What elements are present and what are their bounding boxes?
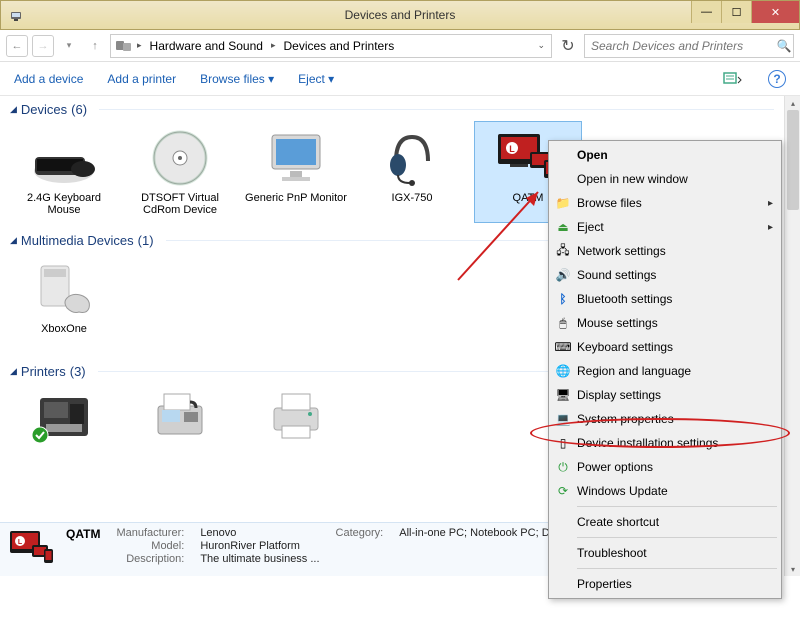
power-icon: ⏻ — [555, 459, 571, 475]
menu-separator — [577, 506, 777, 507]
maximize-button[interactable]: ☐ — [721, 1, 751, 23]
monitor-icon — [261, 126, 331, 190]
device-item-monitor[interactable]: Generic PnP Monitor — [242, 121, 350, 223]
device-item-xbox[interactable]: XboxOne — [10, 252, 118, 354]
breadcrumb-item[interactable]: Hardware and Sound — [146, 39, 267, 53]
system-icon: 💻 — [555, 411, 571, 427]
cdrom-icon — [145, 126, 215, 190]
minimize-button[interactable]: — — [691, 1, 721, 23]
forward-button[interactable]: → — [32, 35, 54, 57]
browse-files-button[interactable]: Browse files ▾ — [200, 72, 274, 86]
collapse-icon: ◢ — [10, 366, 17, 377]
menu-item-region[interactable]: 🌐Region and language — [551, 359, 779, 383]
scroll-down-button[interactable]: ▾ — [785, 562, 800, 576]
search-icon: 🔍 — [775, 39, 793, 53]
xbox-icon — [29, 257, 99, 321]
collapse-icon: ◢ — [10, 104, 17, 115]
update-icon: ⟳ — [555, 483, 571, 499]
menu-separator — [577, 568, 777, 569]
up-button[interactable]: ↑ — [84, 35, 106, 57]
network-icon: 🖧 — [555, 243, 571, 259]
breadcrumb-root-icon — [115, 39, 133, 53]
svg-text:L: L — [18, 539, 23, 546]
keyboard-mouse-icon — [29, 126, 99, 190]
menu-item-create-shortcut[interactable]: Create shortcut — [551, 510, 779, 534]
add-printer-button[interactable]: Add a printer — [107, 72, 176, 86]
vertical-scrollbar[interactable]: ▴ ▾ — [784, 96, 800, 576]
keyboard-icon: ⌨ — [555, 339, 571, 355]
fax-icon — [145, 388, 215, 444]
menu-item-keyboard[interactable]: ⌨Keyboard settings — [551, 335, 779, 359]
eject-button[interactable]: Eject ▾ — [298, 72, 334, 86]
view-options-button[interactable] — [722, 69, 744, 89]
close-button[interactable]: ✕ — [751, 1, 799, 23]
command-bar: Add a device Add a printer Browse files … — [0, 62, 800, 96]
eject-icon: ⏏ — [555, 219, 571, 235]
chevron-right-icon: ▸ — [135, 40, 144, 51]
printer-item-xps[interactable]: Microsoft XPS — [242, 383, 350, 441]
chevron-right-icon: ▸ — [269, 40, 278, 51]
menu-item-open[interactable]: Open — [551, 143, 779, 167]
printer-icon — [261, 388, 331, 444]
printer-item-fax[interactable]: Fax — [126, 383, 234, 441]
window-buttons: — ☐ ✕ — [691, 1, 799, 23]
scrollbar-thumb[interactable] — [787, 110, 799, 210]
submenu-arrow-icon: ▸ — [768, 198, 773, 209]
window-title: Devices and Printers — [1, 8, 799, 22]
menu-item-browse-files[interactable]: 📁Browse files▸ — [551, 191, 779, 215]
printer-item-canon[interactable]: Canon MF210 — [10, 383, 118, 441]
context-menu: Open Open in new window 📁Browse files▸ ⏏… — [548, 140, 782, 599]
headset-icon — [377, 126, 447, 190]
back-button[interactable]: ← — [6, 35, 28, 57]
menu-item-system[interactable]: 💻System properties — [551, 407, 779, 431]
device-item-cdrom[interactable]: DTSOFT Virtual CdRom Device — [126, 121, 234, 223]
menu-item-bluetooth[interactable]: ᛒBluetooth settings — [551, 287, 779, 311]
folder-icon: 📁 — [555, 195, 571, 211]
mouse-icon: 🖱 — [555, 315, 571, 331]
menu-item-troubleshoot[interactable]: Troubleshoot — [551, 541, 779, 565]
menu-item-eject[interactable]: ⏏Eject▸ — [551, 215, 779, 239]
device-item-keyboard-mouse[interactable]: 2.4G Keyboard Mouse — [10, 121, 118, 223]
search-input[interactable] — [585, 39, 775, 53]
multifunction-printer-icon — [29, 388, 99, 444]
details-name: QATM — [66, 527, 100, 541]
sound-icon: 🔊 — [555, 267, 571, 283]
display-icon: 🖥 — [555, 387, 571, 403]
device-install-icon: ▯ — [555, 435, 571, 451]
menu-item-device-installation[interactable]: ▯Device installation settings — [551, 431, 779, 455]
menu-separator — [577, 537, 777, 538]
globe-icon: 🌐 — [555, 363, 571, 379]
menu-item-open-new-window[interactable]: Open in new window — [551, 167, 779, 191]
breadcrumb[interactable]: ▸ Hardware and Sound ▸ Devices and Print… — [110, 34, 552, 58]
menu-item-mouse[interactable]: 🖱Mouse settings — [551, 311, 779, 335]
breadcrumb-item[interactable]: Devices and Printers — [279, 39, 398, 53]
menu-item-power[interactable]: ⏻Power options — [551, 455, 779, 479]
recent-locations-button[interactable]: ▾ — [58, 35, 80, 57]
bluetooth-icon: ᛒ — [555, 291, 571, 307]
svg-text:L: L — [509, 144, 515, 154]
refresh-button[interactable]: ↻ — [556, 34, 580, 58]
search-box[interactable]: 🔍 — [584, 34, 794, 58]
add-device-button[interactable]: Add a device — [14, 72, 83, 86]
menu-item-network[interactable]: 🖧Network settings — [551, 239, 779, 263]
details-icon: L — [8, 527, 56, 571]
device-item-headset[interactable]: IGX-750 — [358, 121, 466, 223]
submenu-arrow-icon: ▸ — [768, 222, 773, 233]
help-button[interactable]: ? — [768, 70, 786, 88]
chevron-down-icon[interactable]: ⌄ — [535, 40, 547, 51]
group-header-devices[interactable]: ◢ Devices (6) — [0, 96, 784, 119]
menu-item-display[interactable]: 🖥Display settings — [551, 383, 779, 407]
menu-item-windows-update[interactable]: ⟳Windows Update — [551, 479, 779, 503]
menu-item-sound[interactable]: 🔊Sound settings — [551, 263, 779, 287]
collapse-icon: ◢ — [10, 235, 17, 246]
nav-bar: ← → ▾ ↑ ▸ Hardware and Sound ▸ Devices a… — [0, 30, 800, 62]
title-bar: Devices and Printers — ☐ ✕ — [0, 0, 800, 30]
scroll-up-button[interactable]: ▴ — [785, 96, 800, 110]
menu-item-properties[interactable]: Properties — [551, 572, 779, 596]
